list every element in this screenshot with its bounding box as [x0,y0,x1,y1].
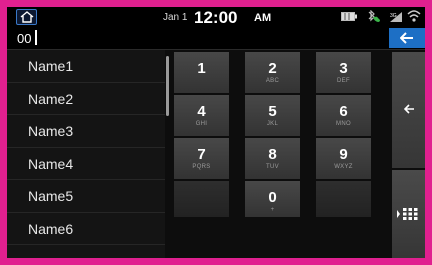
list-item[interactable]: Name6 [7,213,165,245]
key-9[interactable]: 9 WXYZ [316,138,371,179]
key-letters: MNO [336,121,351,127]
key-digit: 7 [197,146,206,163]
key-letters: TUV [266,164,279,170]
key-digit: 2 [268,60,277,77]
show-keypad-button[interactable] [392,170,425,258]
key-8[interactable]: 8 TUV [245,138,300,179]
key-7[interactable]: 7 PQRS [174,138,229,179]
list-item[interactable]: Name5 [7,180,165,213]
key-3[interactable]: 3 DEF [316,52,371,93]
bluetooth-phone-icon [368,10,380,22]
key-letters: + [270,207,275,213]
home-icon [20,11,34,23]
key-6[interactable]: 6 MNO [316,95,371,136]
key-digit: 6 [339,103,348,120]
key-2[interactable]: 2 ABC [245,52,300,93]
keypad-grid-icon [397,208,418,220]
status-date: Jan 1 [163,12,188,23]
signal-icon: 3G [390,12,402,22]
key-digit: 5 [268,103,277,120]
key-4[interactable]: 4 GHI [174,95,229,136]
number-input-row[interactable]: 00 [7,26,425,50]
contact-suggestion-list: Name1 Name2 Name3 Name4 Name5 Name6 [7,50,165,258]
key-5[interactable]: 5 JKL [245,95,300,136]
key-1[interactable]: 1 [174,52,229,93]
key-letters: GHI [195,121,208,127]
wifi-icon [407,10,421,22]
home-button[interactable] [16,9,37,25]
key-digit: 9 [339,146,348,163]
phone-dialer-screen: Jan 1 12:00 AM 3G 00 Name1 Name2 Name3 N… [7,7,425,258]
battery-icon [341,12,357,21]
dialed-number-input[interactable]: 00 [17,31,31,46]
list-item[interactable]: Name2 [7,83,165,115]
key-letters: PQRS [192,164,211,170]
svg-text:3G: 3G [390,13,397,19]
backspace-button[interactable] [392,52,425,168]
scrollbar-thumb[interactable] [166,56,169,116]
status-bar: Jan 1 12:00 AM 3G [7,7,425,27]
text-cursor [35,30,37,45]
key-digit: 3 [339,60,348,77]
key-letters: WXYZ [334,164,353,170]
key-digit: 1 [197,60,206,77]
status-time: 12:00 [194,8,238,27]
key-letters: DEF [337,78,350,84]
status-ampm: AM [254,12,272,24]
key-letters: ABC [265,78,280,84]
key-hash[interactable] [316,181,371,217]
key-digit: 4 [197,103,206,120]
key-digit: 8 [268,146,277,163]
arrow-left-icon [404,104,414,114]
arrow-left-icon [400,32,413,44]
list-item[interactable]: Name1 [7,50,165,83]
delete-button[interactable] [389,28,425,48]
key-star[interactable] [174,181,229,217]
list-item[interactable]: Name3 [7,115,165,148]
key-digit: 0 [268,189,277,206]
key-letters: JKL [266,121,279,127]
key-0[interactable]: 0 + [245,181,300,217]
status-icons: 3G [341,10,421,24]
list-scrollbar[interactable] [165,50,171,258]
list-item[interactable]: Name4 [7,148,165,180]
